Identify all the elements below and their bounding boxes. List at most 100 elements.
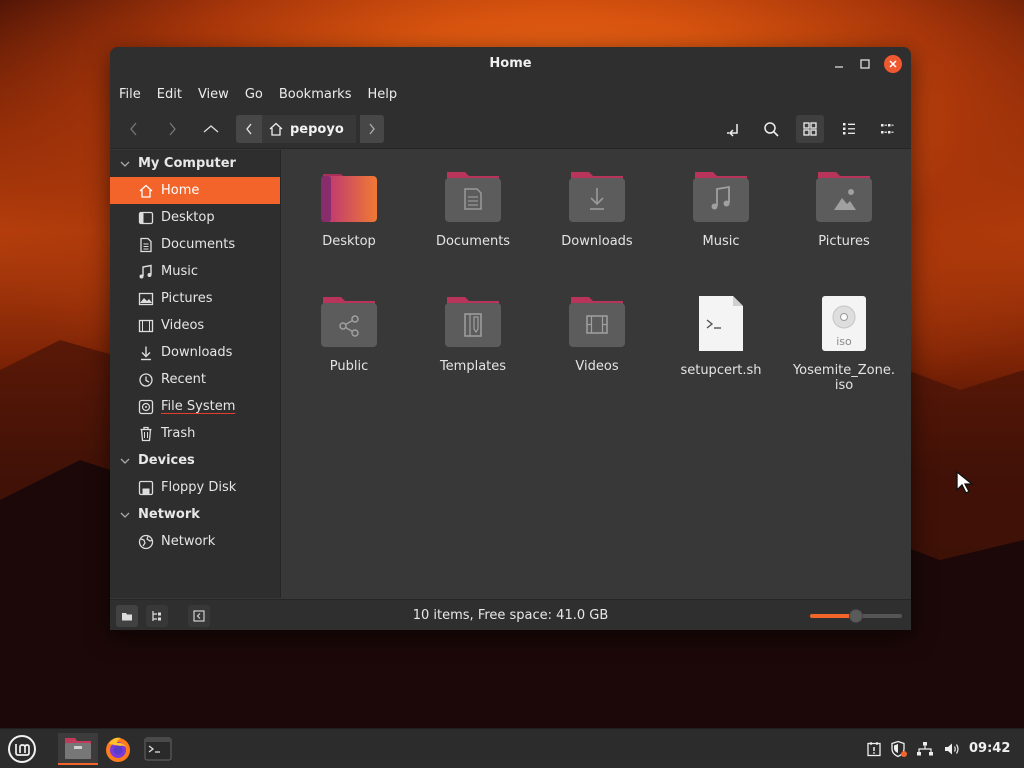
location-toggle-button[interactable] xyxy=(720,115,746,143)
chevron-down-icon xyxy=(120,161,130,167)
search-button[interactable] xyxy=(758,115,784,143)
file-item-yosemite-iso[interactable]: iso Yosemite_Zone. iso xyxy=(782,295,906,393)
sidebar-item-file-system[interactable]: File System xyxy=(110,393,280,420)
file-view[interactable]: Desktop Documents Downloads Music Pictur… xyxy=(282,150,911,598)
folder-documents-icon xyxy=(445,172,501,222)
pictures-icon xyxy=(138,292,154,305)
sidebar-item-network[interactable]: Network xyxy=(110,528,280,555)
script-file-icon xyxy=(699,296,743,351)
network-icon xyxy=(917,742,933,756)
tray-notes[interactable] xyxy=(864,733,884,765)
breadcrumb-home[interactable]: pepoyo xyxy=(262,115,356,143)
menu-view[interactable]: View xyxy=(198,87,229,102)
videos-icon xyxy=(138,319,154,332)
maximize-button[interactable] xyxy=(856,55,874,73)
file-name: setupcert.sh xyxy=(680,363,762,378)
menu-bookmarks[interactable]: Bookmarks xyxy=(279,87,352,102)
location-icon xyxy=(727,124,738,137)
sidebar-item-label: Network xyxy=(161,534,216,549)
sidebar-item-label: Documents xyxy=(161,237,236,252)
taskbar-terminal[interactable] xyxy=(141,733,175,765)
up-button[interactable] xyxy=(200,115,222,143)
home-icon xyxy=(269,122,283,136)
terminal-icon xyxy=(144,737,172,761)
sidebar-item-trash[interactable]: Trash xyxy=(110,420,280,447)
breadcrumb-left-button[interactable] xyxy=(236,115,262,143)
network-icon xyxy=(138,534,154,549)
filesystem-icon xyxy=(138,399,154,414)
firefox-icon xyxy=(106,737,130,762)
file-name: Documents xyxy=(435,234,511,249)
folder-videos-icon xyxy=(569,297,625,347)
iso-badge-text: iso xyxy=(836,335,852,348)
file-item-pictures[interactable]: Pictures xyxy=(782,170,906,249)
sidebar-item-label: Floppy Disk xyxy=(161,480,237,495)
forward-button[interactable] xyxy=(162,115,182,143)
file-item-documents[interactable]: Documents xyxy=(411,170,535,249)
zoom-slider-handle[interactable] xyxy=(849,609,863,623)
minimize-icon xyxy=(835,66,843,68)
folder-desktop-icon xyxy=(321,174,377,222)
sidebar-item-desktop[interactable]: Desktop xyxy=(110,204,280,231)
file-name: Public xyxy=(329,359,369,374)
file-item-desktop[interactable]: Desktop xyxy=(287,170,411,249)
folder-music-icon xyxy=(693,172,749,222)
section-network[interactable]: Network xyxy=(110,501,280,528)
menu-go[interactable]: Go xyxy=(245,87,263,102)
list-view-button[interactable] xyxy=(836,115,862,143)
folder-downloads-icon xyxy=(569,172,625,222)
menu-button[interactable] xyxy=(4,733,40,765)
downloads-icon xyxy=(141,346,151,360)
titlebar[interactable]: Home xyxy=(110,47,911,81)
file-item-music[interactable]: Music xyxy=(659,170,783,249)
clock[interactable]: 09:42 xyxy=(969,741,1010,756)
sidebar-item-label: Videos xyxy=(161,318,205,333)
tray-network[interactable] xyxy=(914,733,936,765)
sidebar-item-floppy-disk[interactable]: Floppy Disk xyxy=(110,474,280,501)
chevron-right-icon xyxy=(369,123,375,135)
menu-file[interactable]: File xyxy=(119,87,141,102)
sidebar-item-documents[interactable]: Documents xyxy=(110,231,280,258)
zoom-slider[interactable] xyxy=(810,609,902,623)
minimize-button[interactable] xyxy=(830,55,848,73)
trash-icon xyxy=(140,426,152,441)
sidebar-item-pictures[interactable]: Pictures xyxy=(110,285,280,312)
maximize-icon xyxy=(860,59,870,69)
icon-view-button[interactable] xyxy=(796,115,824,143)
file-item-public[interactable]: Public xyxy=(287,295,411,374)
file-name: Downloads xyxy=(561,234,633,249)
section-my-computer[interactable]: My Computer xyxy=(110,150,280,177)
file-item-setupcert[interactable]: setupcert.sh xyxy=(659,295,783,378)
close-icon xyxy=(889,60,897,68)
sidebar-item-music[interactable]: Music xyxy=(110,258,280,285)
back-button[interactable] xyxy=(124,115,144,143)
tray-shield[interactable] xyxy=(889,733,909,765)
mouse-cursor xyxy=(956,470,974,494)
file-item-videos[interactable]: Videos xyxy=(535,295,659,374)
sidebar-item-label: Downloads xyxy=(161,345,233,360)
section-devices[interactable]: Devices xyxy=(110,447,280,474)
file-item-downloads[interactable]: Downloads xyxy=(535,170,659,249)
taskbar-firefox[interactable] xyxy=(101,733,135,765)
home-icon xyxy=(139,184,153,198)
chevron-up-icon xyxy=(203,125,219,133)
sidebar-item-recent[interactable]: Recent xyxy=(110,366,280,393)
menu-edit[interactable]: Edit xyxy=(157,87,182,102)
menu-help[interactable]: Help xyxy=(367,87,397,102)
compact-view-button[interactable] xyxy=(874,115,900,143)
compact-icon xyxy=(881,124,894,134)
breadcrumb-right-button[interactable] xyxy=(360,115,384,143)
desktop-icon xyxy=(138,211,154,224)
close-button[interactable] xyxy=(884,55,902,73)
grid-icon xyxy=(803,122,817,136)
sidebar-item-videos[interactable]: Videos xyxy=(110,312,280,339)
tray-volume[interactable] xyxy=(941,733,963,765)
chevron-left-icon xyxy=(130,122,137,136)
sidebar-item-home[interactable]: Home xyxy=(110,177,280,204)
sidebar-item-downloads[interactable]: Downloads xyxy=(110,339,280,366)
file-item-templates[interactable]: Templates xyxy=(411,295,535,374)
file-name: Videos xyxy=(575,359,619,374)
taskbar-files-app[interactable] xyxy=(58,733,98,765)
chevron-down-icon xyxy=(120,458,130,464)
chevron-left-icon xyxy=(246,123,252,135)
